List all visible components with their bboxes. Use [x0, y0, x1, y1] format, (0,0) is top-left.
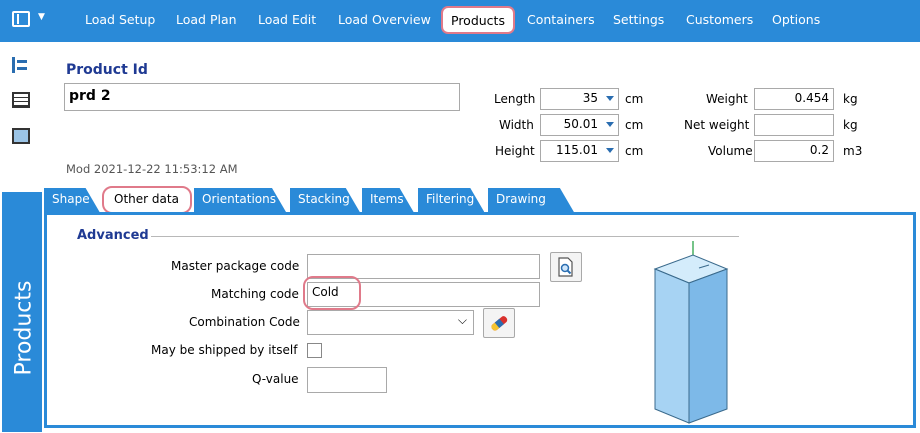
- menu-load-setup[interactable]: Load Setup: [85, 12, 155, 27]
- list-icon[interactable]: [12, 92, 30, 108]
- product-3d-preview: [653, 241, 729, 424]
- advanced-group-title: Advanced: [77, 228, 149, 243]
- top-menu-bar: ▼ Load Setup Load Plan Load Edit Load Ov…: [0, 0, 920, 42]
- chevron-down-icon[interactable]: ⌵: [458, 313, 467, 328]
- sidebar-label-text: Products: [11, 280, 37, 376]
- weight-unit: kg: [843, 92, 858, 106]
- menu-options[interactable]: Options: [772, 12, 820, 27]
- menu-load-overview[interactable]: Load Overview: [338, 12, 431, 27]
- menu-settings[interactable]: Settings: [613, 12, 664, 27]
- left-sidebar: Products: [0, 42, 44, 432]
- volume-unit: m3: [843, 144, 863, 158]
- matching-code-label: Matching code: [211, 287, 299, 301]
- product-header: Product Id prd 2 Mod 2021-12-22 11:53:12…: [44, 42, 920, 192]
- net-weight-unit: kg: [843, 118, 858, 132]
- length-label: Length: [494, 92, 536, 106]
- menu-containers[interactable]: Containers: [527, 12, 595, 27]
- tab-orientations[interactable]: Orientations: [194, 188, 286, 212]
- tab-stacking[interactable]: Stacking: [290, 188, 360, 212]
- tree-icon[interactable]: [12, 57, 30, 73]
- net-weight-label: Net weight: [684, 118, 750, 132]
- combination-edit-button[interactable]: [483, 308, 515, 338]
- spin-down-icon[interactable]: [606, 148, 614, 153]
- height-label: Height: [495, 144, 535, 158]
- tab-strip: Shape Other data Orientations Stacking I…: [44, 186, 920, 214]
- q-value-label: Q-value: [252, 372, 299, 386]
- menu-load-plan[interactable]: Load Plan: [176, 12, 237, 27]
- menu-load-edit[interactable]: Load Edit: [258, 12, 316, 27]
- spin-down-icon[interactable]: [606, 122, 614, 127]
- matching-code-highlight-annotation: [303, 276, 361, 310]
- tab-items[interactable]: Items: [362, 188, 414, 212]
- lookup-button[interactable]: [550, 252, 582, 282]
- width-input[interactable]: 50.01: [540, 114, 619, 136]
- net-weight-input[interactable]: [754, 114, 834, 136]
- height-input[interactable]: 115.01: [540, 140, 619, 162]
- length-input[interactable]: 35: [540, 88, 619, 110]
- width-label: Width: [499, 118, 534, 132]
- menu-customers[interactable]: Customers: [686, 12, 753, 27]
- product-id-label: Product Id: [66, 62, 148, 78]
- length-unit: cm: [625, 92, 644, 106]
- picture-icon[interactable]: [12, 128, 30, 144]
- menu-products[interactable]: Products: [441, 6, 515, 34]
- chevron-down-icon[interactable]: ▼: [38, 12, 45, 22]
- volume-input[interactable]: 0.2: [754, 140, 834, 162]
- spin-down-icon[interactable]: [606, 96, 614, 101]
- eraser-icon: [491, 316, 508, 331]
- other-data-panel: Advanced Master package code Matching co…: [44, 212, 916, 428]
- combination-code-select[interactable]: ⌵: [307, 310, 474, 335]
- weight-label: Weight: [706, 92, 748, 106]
- master-package-code-label: Master package code: [171, 259, 300, 273]
- modified-timestamp: Mod 2021-12-22 11:53:12 AM: [66, 162, 238, 176]
- document-search-icon: [558, 257, 573, 277]
- tab-highlight-annotation: [102, 186, 192, 214]
- layout-toggle-icon[interactable]: [12, 11, 30, 27]
- product-id-input[interactable]: prd 2: [64, 83, 460, 111]
- volume-label: Volume: [708, 144, 753, 158]
- height-unit: cm: [625, 144, 644, 158]
- weight-input[interactable]: 0.454: [754, 88, 834, 110]
- tab-drawing[interactable]: Drawing: [488, 188, 574, 212]
- tab-shape[interactable]: Shape: [44, 188, 100, 212]
- q-value-input[interactable]: [307, 367, 387, 393]
- combination-code-label: Combination Code: [189, 315, 300, 329]
- shipped-by-itself-label: May be shipped by itself: [151, 343, 298, 357]
- shipped-by-itself-checkbox[interactable]: [307, 343, 322, 358]
- width-unit: cm: [625, 118, 644, 132]
- sidebar-section-label: Products: [2, 192, 42, 432]
- tab-filtering[interactable]: Filtering: [418, 188, 484, 212]
